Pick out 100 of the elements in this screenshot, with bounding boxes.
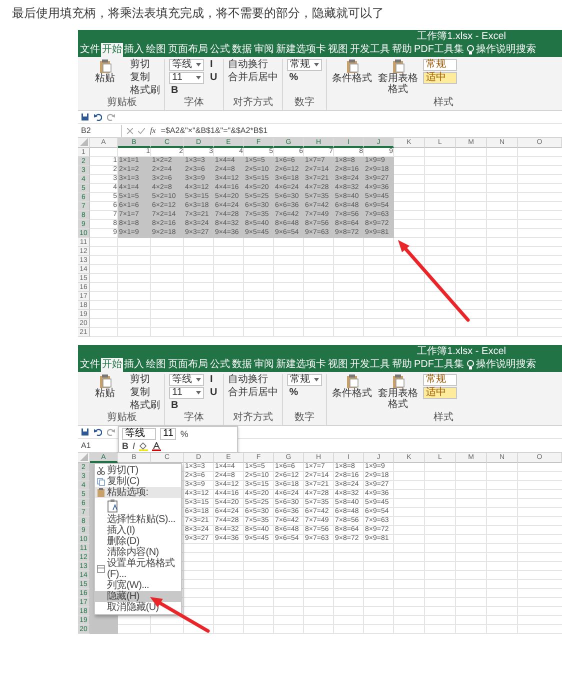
lightbulb-icon xyxy=(467,360,474,370)
group-label: 数字 xyxy=(294,97,315,109)
ribbon-tab[interactable]: 开始 xyxy=(101,43,123,57)
search-prompt[interactable]: 操作说明搜索 xyxy=(475,43,537,57)
ribbon-button[interactable]: 复制 xyxy=(130,72,160,84)
ribbon-tab[interactable]: 开始 xyxy=(101,358,123,372)
undo-icon[interactable] xyxy=(94,113,102,121)
redo-icon[interactable] xyxy=(107,113,115,121)
ribbon-tab[interactable]: 审阅 xyxy=(253,358,275,372)
fill-color-icon[interactable] xyxy=(139,442,148,451)
menu-item[interactable]: 选择性粘贴(S)... xyxy=(95,514,181,525)
ribbon-button[interactable]: 套用表格格式 xyxy=(377,59,420,97)
ribbon-button[interactable]: 合并后居中 xyxy=(228,387,278,399)
format-button[interactable]: U xyxy=(208,72,220,84)
group-label: 剪贴板 xyxy=(107,412,137,424)
menu-item[interactable]: 清除内容(N) xyxy=(95,547,181,558)
group-label: 对齐方式 xyxy=(233,97,274,109)
ribbon-tab[interactable]: 帮助 xyxy=(391,43,413,57)
cell-style[interactable]: 常规 xyxy=(423,374,458,386)
formula-field[interactable]: =$A2&"×"&B$1&"="&$A2*B$1 xyxy=(160,126,268,135)
menu-item[interactable]: 插入(I) xyxy=(95,525,181,536)
ribbon-button[interactable]: 格式刷 xyxy=(130,85,160,97)
ribbon-tab[interactable]: 公式 xyxy=(209,43,231,57)
format-button[interactable]: B xyxy=(169,400,204,412)
ribbon-tab[interactable]: PDF工具集 xyxy=(413,43,465,57)
dropdown-field[interactable]: 等线 xyxy=(169,374,204,386)
ribbon-button[interactable]: 条件格式 xyxy=(331,59,374,97)
format-button[interactable]: % xyxy=(287,72,322,84)
caret-icon xyxy=(196,76,201,80)
ribbon-tab[interactable]: 数据 xyxy=(231,358,253,372)
ribbon-button[interactable]: 合并后居中 xyxy=(228,72,278,84)
menu-item[interactable]: 列宽(W)... xyxy=(95,580,181,591)
intro-text: 最后使用填充柄，将乘法表填充完成，将不需要的部分，隐藏就可以了 xyxy=(11,5,385,22)
bold-button[interactable]: B xyxy=(122,441,128,452)
undo-icon[interactable] xyxy=(94,428,102,436)
cancel-icon[interactable] xyxy=(127,128,133,134)
ribbon-tab[interactable]: 新建选项卡 xyxy=(275,358,327,372)
save-icon[interactable] xyxy=(81,428,89,436)
format-button[interactable]: % xyxy=(287,387,322,399)
ribbon-button[interactable]: 粘贴 xyxy=(84,374,126,412)
format-button[interactable]: I xyxy=(208,59,220,71)
function-label[interactable]: fx xyxy=(150,126,156,135)
ribbon-tab[interactable]: 绘图 xyxy=(145,43,167,57)
cell-style[interactable]: 常规 xyxy=(423,59,458,71)
dropdown-field[interactable]: 常规 xyxy=(287,374,322,386)
ribbon-button[interactable]: 自动换行 xyxy=(228,59,278,71)
ribbon-tab[interactable]: 插入 xyxy=(123,358,145,372)
ribbon-button[interactable]: 粘贴 xyxy=(84,59,126,97)
font-field[interactable]: 等线 xyxy=(122,428,156,440)
format-button[interactable]: U xyxy=(208,387,220,399)
format-button[interactable]: B xyxy=(169,85,204,97)
ribbon-tab[interactable]: 视图 xyxy=(327,43,349,57)
ribbon-tab[interactable]: 页面布局 xyxy=(167,358,209,372)
menu-item[interactable]: 隐藏(H) xyxy=(95,591,181,602)
lightbulb-icon xyxy=(467,45,474,55)
save-icon[interactable] xyxy=(81,113,89,121)
dropdown-field[interactable]: 11 xyxy=(169,72,204,84)
menu-item[interactable]: 剪切(T) xyxy=(95,465,181,476)
ribbon-tab[interactable]: 页面布局 xyxy=(167,43,209,57)
ribbon-tab[interactable]: 开发工具 xyxy=(349,358,391,372)
ribbon-tab[interactable]: 公式 xyxy=(209,358,231,372)
menu-item[interactable]: 复制(C) xyxy=(95,476,181,487)
dropdown-field[interactable]: 常规 xyxy=(287,59,322,71)
group-label: 剪贴板 xyxy=(107,97,137,109)
ribbon-tab[interactable]: 新建选项卡 xyxy=(275,43,327,57)
ribbon-tab[interactable]: 绘图 xyxy=(145,358,167,372)
caret-icon xyxy=(314,378,320,382)
size-field[interactable]: 11 xyxy=(160,428,176,440)
ribbon-button[interactable]: 剪切 xyxy=(130,374,160,386)
dropdown-field[interactable]: 等线 xyxy=(169,59,204,71)
ribbon-tab[interactable]: 插入 xyxy=(123,43,145,57)
cell-style[interactable]: 适中 xyxy=(423,387,458,399)
redo-icon[interactable] xyxy=(107,428,115,436)
enter-icon[interactable] xyxy=(138,128,145,134)
name-box[interactable]: B2 xyxy=(78,124,122,136)
ribbon-button[interactable]: 条件格式 xyxy=(331,374,374,412)
ribbon-button[interactable]: 剪切 xyxy=(130,59,160,71)
menu-item[interactable]: 删除(D) xyxy=(95,536,181,547)
italic-button[interactable]: I xyxy=(132,441,136,452)
ribbon-button[interactable]: 复制 xyxy=(130,387,160,399)
ribbon-button[interactable]: 格式刷 xyxy=(130,400,160,412)
ribbon-tab[interactable]: 开发工具 xyxy=(349,43,391,57)
ribbon-button[interactable]: 自动换行 xyxy=(228,374,278,386)
ribbon-tab[interactable]: 数据 xyxy=(231,43,253,57)
font-color-icon[interactable] xyxy=(152,442,162,451)
ribbon-tab[interactable]: 文件 xyxy=(79,358,101,372)
ribbon-tab[interactable]: 审阅 xyxy=(253,43,275,57)
group-label: 样式 xyxy=(434,97,454,109)
dropdown-field[interactable]: 11 xyxy=(169,387,204,399)
search-prompt[interactable]: 操作说明搜索 xyxy=(475,358,537,372)
menu-item[interactable]: 粘贴选项: xyxy=(95,487,181,498)
percent-button[interactable]: % xyxy=(180,428,188,440)
cell-style[interactable]: 适中 xyxy=(423,72,458,84)
ribbon-button[interactable]: 套用表格格式 xyxy=(377,374,420,412)
format-button[interactable]: I xyxy=(208,374,220,386)
ribbon-tab[interactable]: PDF工具集 xyxy=(413,358,465,372)
ribbon-tab[interactable]: 视图 xyxy=(327,358,349,372)
ribbon-tab[interactable]: 文件 xyxy=(79,43,101,57)
menu-item[interactable]: 设置单元格格式(F)... xyxy=(95,558,181,580)
ribbon-tab[interactable]: 帮助 xyxy=(391,358,413,372)
